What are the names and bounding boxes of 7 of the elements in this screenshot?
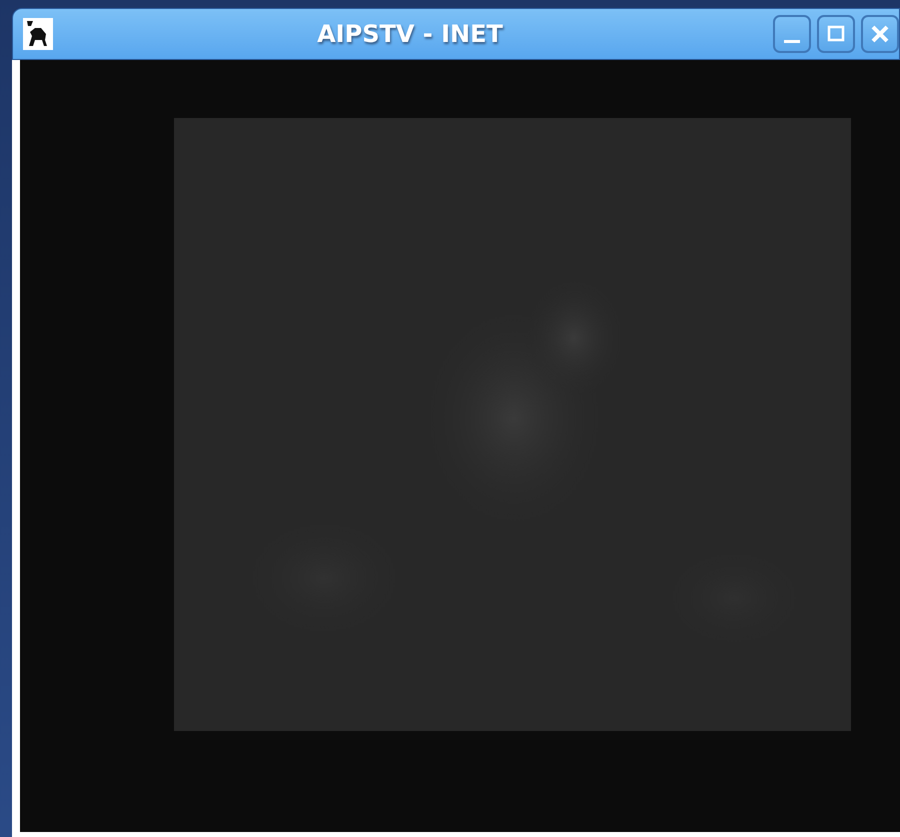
close-icon [870,24,890,44]
window-title: AIPSTV - INET [316,19,504,50]
minimize-button[interactable] [773,15,811,53]
minimize-icon [784,40,800,42]
maximize-button[interactable] [817,15,855,53]
maximize-icon [826,24,846,44]
close-button[interactable] [861,15,899,53]
